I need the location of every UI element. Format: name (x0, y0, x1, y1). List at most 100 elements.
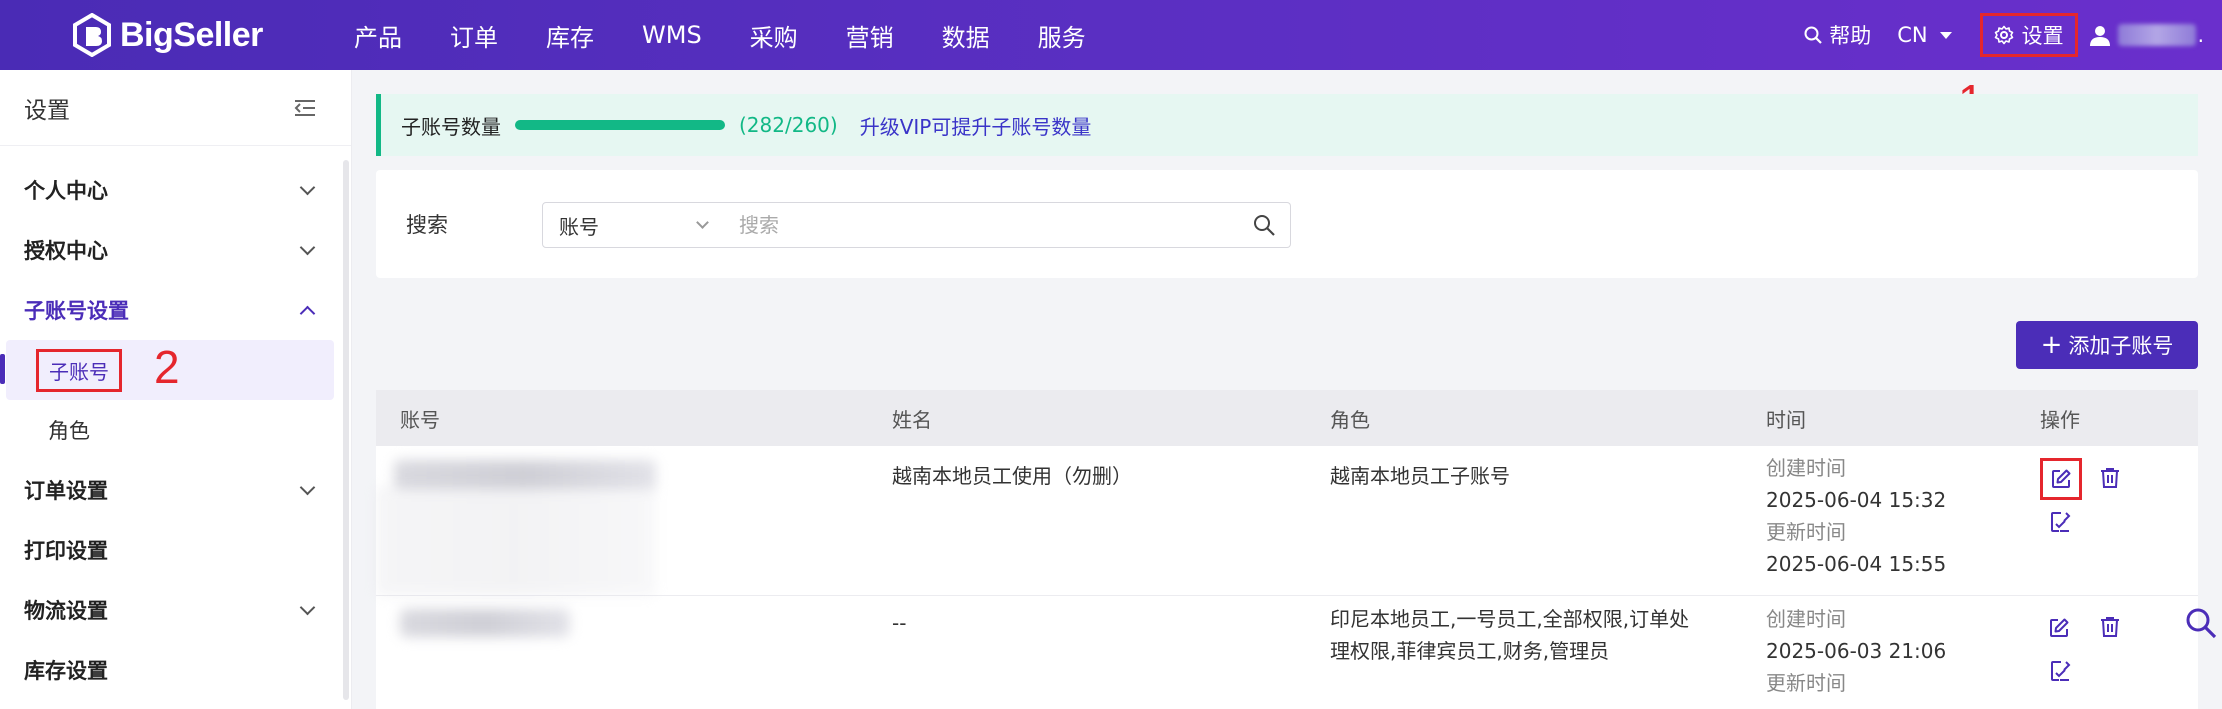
sidebar-item-label: 库存设置 (24, 659, 108, 683)
row-name: -- (892, 611, 907, 635)
language-label: CN (1897, 23, 1928, 47)
table-header: 账号 姓名 角色 时间 操作 (376, 390, 2198, 446)
row-role-line: 理权限,菲律宾员工,财务,管理员 (1330, 639, 1610, 663)
user-name-suffix: . (2197, 23, 2204, 47)
updated-time-label: 更新时间 (1766, 520, 1846, 544)
sidebar-item-inventory-settings[interactable]: 库存设置 (0, 640, 351, 700)
edit-icon (2052, 469, 2071, 488)
bigseller-logo[interactable]: BigSeller (72, 12, 263, 58)
column-time: 时间 (1766, 407, 1806, 432)
nav-services[interactable]: 服务 (1038, 18, 1086, 53)
row-role: 越南本地员工子账号 (1330, 464, 1510, 488)
search-card: 搜索 账号 (376, 170, 2198, 278)
search-input[interactable] (723, 202, 1291, 248)
bigseller-logo-icon (73, 13, 111, 57)
floating-search-icon[interactable] (2184, 606, 2218, 640)
created-time-value: 2025-06-04 15:32 (1766, 488, 1947, 512)
sidebar-item-print-settings[interactable]: 打印设置 (0, 520, 351, 580)
created-time-label: 创建时间 (1766, 607, 1846, 631)
account-redacted (400, 609, 570, 637)
nav-orders[interactable]: 订单 (450, 18, 498, 53)
search-icon (1804, 26, 1823, 44)
user-menu[interactable]: . (2088, 23, 2204, 47)
sidebar-item-personal-center[interactable]: 个人中心 (0, 160, 351, 220)
search-field-select[interactable]: 账号 (542, 202, 724, 248)
caret-down-icon (1939, 31, 1952, 39)
delete-icon[interactable] (2098, 466, 2122, 490)
nav-right: 帮助 CN 设置 . (1803, 0, 2222, 70)
sidebar-item-order-settings[interactable]: 订单设置 (0, 460, 351, 520)
row-name: 越南本地员工使用（勿删） (892, 464, 1132, 488)
edit-icon[interactable] (2048, 617, 2070, 639)
annotation-2: 2 (154, 341, 180, 393)
permission-edit-icon[interactable] (2048, 659, 2072, 683)
sidebar-item-label: 物流设置 (24, 599, 108, 623)
sidebar-item-label: 打印设置 (24, 539, 108, 563)
chevron-down-icon (299, 239, 316, 255)
table-row: -- 印尼本地员工,一号员工,全部权限,订单处 理权限,菲律宾员工,财务,管理员… (376, 597, 2198, 709)
nav-inventory[interactable]: 库存 (546, 18, 594, 53)
plus-icon: + (2040, 330, 2063, 360)
quota-count: (282/260) (739, 113, 838, 137)
brand-name: BigSeller (120, 15, 263, 54)
settings-button[interactable]: 设置 (1979, 13, 2078, 57)
row-time: 创建时间 2025-06-04 15:32 更新时间 2025-06-04 15… (1766, 452, 1946, 580)
help-link[interactable]: 帮助 (1803, 20, 1871, 50)
created-time-value: 2025-06-03 21:06 (1766, 639, 1947, 663)
chevron-down-icon (696, 215, 709, 229)
help-label: 帮助 (1829, 24, 1872, 48)
edit-button[interactable] (2040, 458, 2082, 500)
quota-progress-bar (515, 120, 725, 130)
delete-icon[interactable] (2098, 615, 2122, 639)
nav-marketing[interactable]: 营销 (846, 18, 894, 53)
account-redacted-area (376, 486, 656, 596)
sidebar-subitem-roles[interactable]: 角色 (0, 400, 351, 460)
nav-products[interactable]: 产品 (354, 18, 402, 53)
chevron-down-icon (299, 599, 316, 615)
sidebar-header: 设置 (0, 70, 351, 146)
nav-data[interactable]: 数据 (942, 18, 990, 53)
updated-time-value: 2025-06-04 15:55 (1766, 552, 1947, 576)
main-nav: 产品 订单 库存 WMS 采购 营销 数据 服务 (354, 0, 1134, 70)
sidebar-subitem-label: 子账号 (36, 348, 122, 392)
gear-icon (1994, 25, 2013, 45)
add-sub-account-label: 添加子账号 (2068, 334, 2174, 358)
row-role: 印尼本地员工,一号员工,全部权限,订单处 理权限,菲律宾员工,财务,管理员 (1330, 603, 1689, 667)
search-field-value: 账号 (559, 214, 599, 239)
sidebar-item-label: 子账号设置 (24, 299, 129, 323)
chevron-up-icon (299, 305, 316, 321)
language-selector[interactable]: CN (1897, 23, 1952, 47)
upgrade-vip-link[interactable]: 升级VIP可提升子账号数量 (860, 111, 1092, 140)
search-label: 搜索 (406, 213, 448, 237)
search-icon[interactable] (1252, 213, 1276, 237)
chevron-down-icon (299, 479, 316, 495)
sidebar-item-logistics-settings[interactable]: 物流设置 (0, 580, 351, 640)
row-role-line: 印尼本地员工,一号员工,全部权限,订单处 (1330, 607, 1690, 631)
add-sub-account-button[interactable]: + 添加子账号 (2016, 321, 2198, 369)
sidebar-subitem-label: 角色 (48, 419, 90, 443)
permission-edit-icon[interactable] (2048, 510, 2072, 534)
column-name: 姓名 (892, 407, 932, 432)
chevron-down-icon (299, 179, 316, 195)
quota-label: 子账号数量 (401, 114, 501, 139)
created-time-label: 创建时间 (1766, 456, 1846, 480)
sidebar-scrollbar[interactable] (343, 160, 349, 700)
sub-account-table: 账号 姓名 角色 时间 操作 越南本地员工使用（勿删） 越南本地员工子账号 创建… (376, 390, 2198, 709)
settings-label: 设置 (2021, 24, 2064, 48)
top-nav-bar: BigSeller 产品 订单 库存 WMS 采购 营销 数据 服务 帮助 CN… (0, 0, 2222, 70)
sidebar-item-sub-account-settings[interactable]: 子账号设置 (0, 280, 351, 340)
sidebar-item-authorization-center[interactable]: 授权中心 (0, 220, 351, 280)
nav-wms[interactable]: WMS (642, 21, 702, 49)
nav-purchasing[interactable]: 采购 (750, 18, 798, 53)
sidebar-item-label: 授权中心 (24, 239, 108, 263)
user-icon (2089, 26, 2110, 46)
column-account: 账号 (400, 407, 440, 432)
sidebar-title: 设置 (24, 97, 70, 124)
sidebar-item-label: 订单设置 (24, 479, 108, 503)
column-role: 角色 (1330, 407, 1370, 432)
collapse-menu-icon[interactable] (293, 98, 317, 118)
column-actions: 操作 (2040, 407, 2080, 432)
updated-time-label: 更新时间 (1766, 671, 1846, 695)
table-row: 越南本地员工使用（勿删） 越南本地员工子账号 创建时间 2025-06-04 1… (376, 446, 2198, 596)
row-time: 创建时间 2025-06-03 21:06 更新时间 (1766, 603, 1946, 699)
